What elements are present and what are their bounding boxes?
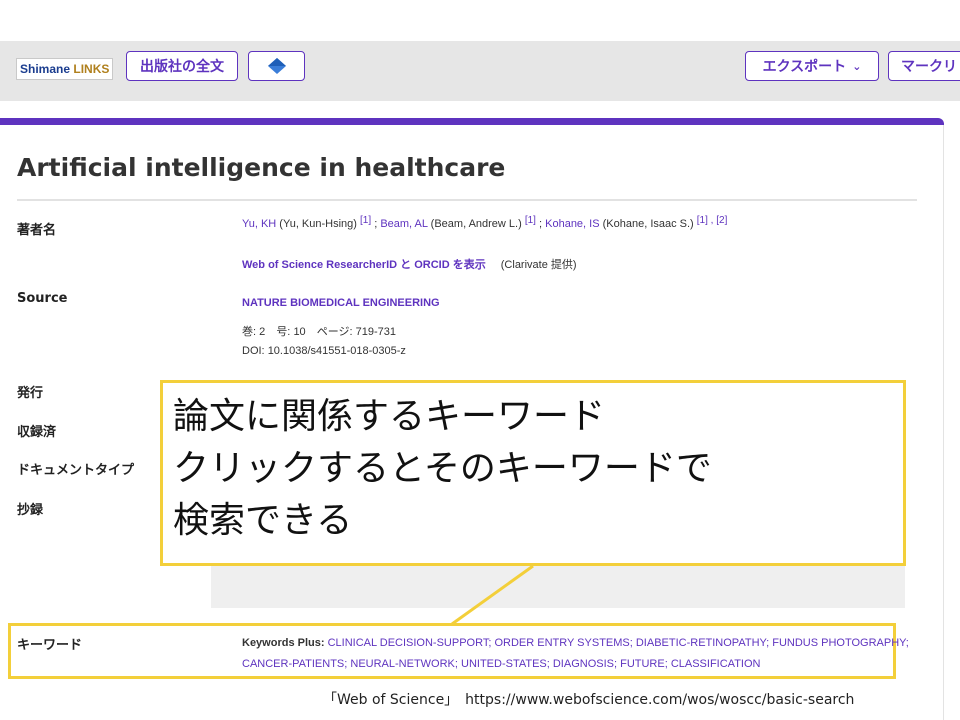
card-accent-bar [0, 118, 944, 125]
keywords-highlight [8, 623, 896, 679]
affiliation-ref[interactable]: [1] , [2] [697, 215, 728, 226]
marked-list-button[interactable]: マークリ [888, 51, 960, 81]
indexed-label: 収録済 [17, 425, 57, 440]
abstract-label: 抄録 [17, 503, 44, 518]
keywords-label: キーワード [17, 638, 83, 653]
published-label: 発行 [17, 386, 44, 401]
logo-text-shimane: Shimane [20, 62, 71, 76]
author-fullname: (Beam, Andrew L.) [427, 218, 525, 230]
shimane-links-logo[interactable]: Shimane LINKS [16, 58, 114, 80]
issue-label: 号: [276, 326, 291, 338]
journal-link[interactable]: NATURE BIOMEDICAL ENGINEERING [242, 297, 440, 309]
keyword-links[interactable]: CLINICAL DECISION-SUPPORT; ORDER ENTRY S… [328, 637, 909, 649]
export-dropdown-button[interactable]: エクスポート ⌄ [745, 51, 879, 81]
doctype-label: ドキュメントタイプ [17, 463, 135, 478]
author-fullname: (Kohane, Isaac S.) [599, 218, 697, 230]
publisher-fulltext-label: 出版社の全文 [140, 59, 224, 75]
publisher-fulltext-button[interactable]: 出版社の全文 [126, 51, 238, 81]
callout-line-2: クリックするとそのキーワードで [173, 448, 712, 489]
author-link[interactable]: Beam, AL [380, 218, 427, 230]
researcher-provider: (Clarivate 提供) [500, 259, 577, 271]
doi-row: DOI: 10.1038/s41551-018-0305-z [242, 345, 406, 357]
author-separator: ; [371, 218, 381, 230]
researcher-id-link[interactable]: Web of Science ResearcherID と ORCID を表示 [242, 259, 486, 271]
pages-label: ページ: [316, 326, 353, 338]
marked-list-label: マークリ [901, 59, 957, 75]
keywords-line-1: Keywords Plus: CLINICAL DECISION-SUPPORT… [242, 637, 909, 649]
doi-value: 10.1038/s41551-018-0305-z [267, 345, 406, 357]
export-label: エクスポート [762, 59, 847, 75]
top-toolbar: Shimane LINKS 出版社の全文 エクスポート ⌄ マークリ [0, 41, 960, 101]
card-border [943, 125, 944, 720]
volume-value: 2 [259, 326, 266, 338]
issue-value: 10 [293, 326, 306, 338]
authors-list: Yu, KH (Yu, Kun-Hsing) [1] ; Beam, AL (B… [242, 215, 728, 230]
affiliation-ref[interactable]: [1] [525, 215, 536, 226]
volume-label: 巻: [242, 326, 257, 338]
diamond-icon [267, 58, 286, 74]
record-title: Artificial intelligence in healthcare [17, 153, 506, 182]
researcher-id-row: Web of Science ResearcherID と ORCID を表示 … [242, 256, 577, 272]
volume-issue-pages: 巻: 2 号: 10 ページ: 719-731 [242, 323, 396, 339]
callout-line-3: 検索できる [173, 500, 353, 541]
link-resolver-button[interactable] [248, 51, 305, 81]
callout-line-1: 論文に関係するキーワード [173, 396, 606, 437]
affiliation-ref[interactable]: [1] [360, 215, 371, 226]
title-divider [17, 199, 917, 201]
logo-text-links: LINKS [73, 62, 110, 76]
authors-label: 著者名 [17, 223, 57, 238]
chevron-down-icon: ⌄ [852, 59, 862, 73]
author-link[interactable]: Yu, KH [242, 218, 276, 230]
keywords-plus-label: Keywords Plus: [242, 637, 325, 649]
annotation-callout: 論文に関係するキーワード クリックするとそのキーワードで 検索できる [160, 380, 906, 566]
author-fullname: (Yu, Kun-Hsing) [276, 218, 361, 230]
source-label: Source [17, 291, 68, 306]
keywords-line-2[interactable]: CANCER-PATIENTS; NEURAL-NETWORK; UNITED-… [242, 658, 760, 670]
author-separator: ; [535, 218, 546, 230]
doi-label: DOI: [242, 345, 265, 357]
author-link[interactable]: Kohane, IS [545, 218, 599, 230]
pages-value: 719-731 [355, 326, 397, 338]
source-citation: 「Web of Science」 https://www.webofscienc… [323, 692, 855, 708]
